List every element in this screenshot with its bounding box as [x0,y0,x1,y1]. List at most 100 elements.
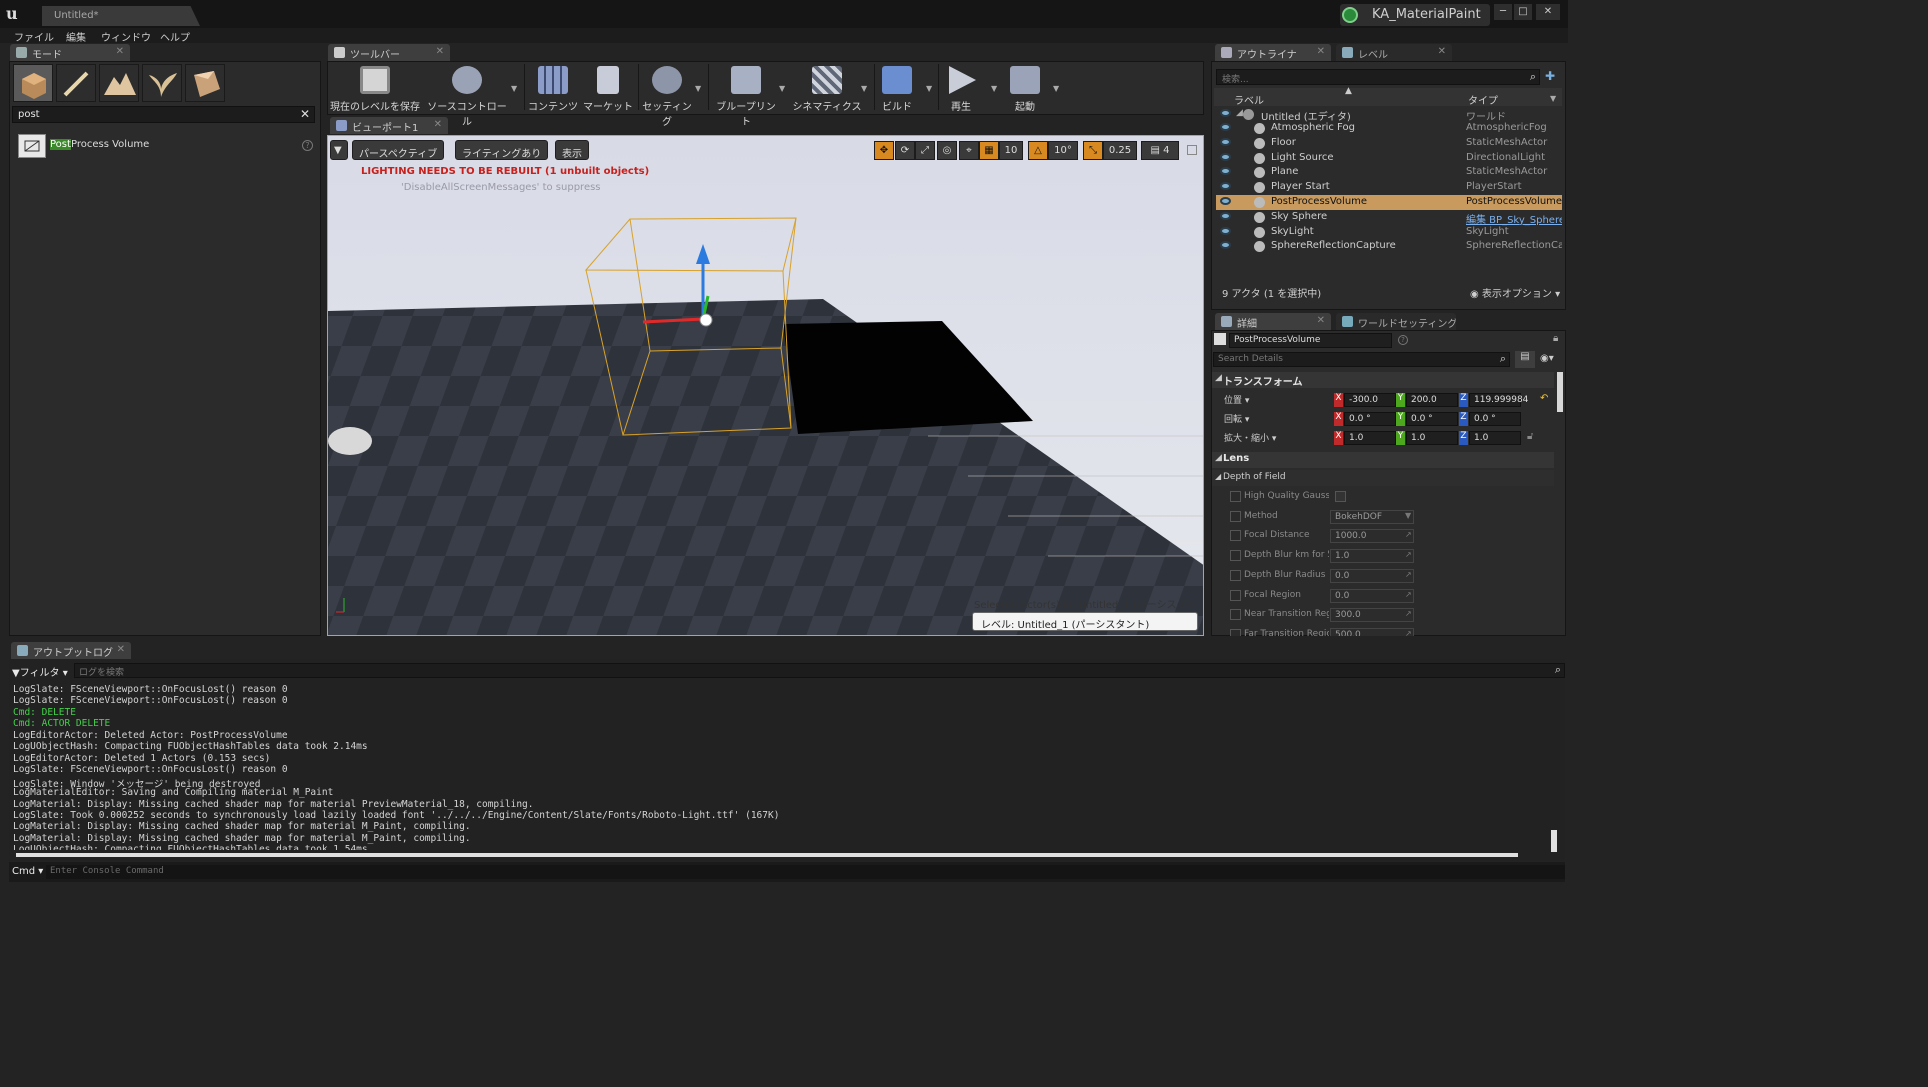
outliner-search-input[interactable]: 検索... [1222,72,1249,85]
translate-mode-icon[interactable]: ✥ [874,141,894,160]
override-checkbox[interactable] [1230,510,1241,522]
drag-handle-icon[interactable]: ↗ [1405,530,1412,539]
visibility-eye-icon[interactable] [1220,152,1231,161]
menu-help[interactable]: ヘルプ [160,29,190,44]
outliner-row[interactable]: Player Start PlayerStart [1216,180,1562,195]
override-checkbox[interactable] [1230,491,1241,502]
column-type-header[interactable]: タイプ [1468,92,1498,107]
build-button[interactable]: ビルド [876,64,918,114]
outliner-row[interactable]: Plane StaticMeshActor [1216,165,1562,180]
view-options-button[interactable]: ◉ 表示オプション ▾ [1470,285,1560,300]
override-checkbox[interactable] [1230,609,1241,621]
log-search-box[interactable]: ログを検索 ⌕ [74,663,1565,678]
drag-handle-icon[interactable]: ↗ [1405,570,1412,579]
visibility-eye-icon[interactable] [1220,137,1231,146]
content-button[interactable]: コンテンツ [528,64,578,114]
scale-label[interactable]: 拡大・縮小 ▾ [1224,431,1276,444]
tab-modes[interactable]: モード ✕ [10,44,130,61]
maximize-viewport-icon[interactable] [1187,145,1197,155]
close-tab-icon[interactable]: ✕ [1438,46,1446,57]
close-tab-icon[interactable]: ✕ [116,46,124,57]
depth-of-field-category[interactable]: ◢ Depth of Field [1212,470,1554,486]
outliner-row[interactable]: Atmospheric Fog AtmosphericFog [1216,121,1562,136]
play-button[interactable]: 再生 [940,64,982,114]
rotation-y-field[interactable]: 0.0 ° [1406,412,1458,426]
rotation-snap-value[interactable]: 10° [1048,141,1078,160]
dropdown-arrow-icon[interactable]: ▼ [991,84,997,93]
dropdown-arrow-icon[interactable]: ▼ [695,84,701,93]
level-viewport[interactable]: LIGHTING NEEDS TO BE REBUILT (1 unbuilt … [327,135,1204,636]
tab-toolbar[interactable]: ツールバー ✕ [328,44,450,61]
clear-search-icon[interactable]: ✕ [300,107,310,121]
outliner-row[interactable]: Sky Sphere 編集 BP_Sky_Sphere [1216,210,1562,226]
drag-handle-icon[interactable]: ↗ [1405,609,1412,618]
location-y-field[interactable]: 200.0 [1406,393,1458,407]
rotation-z-field[interactable]: 0.0 ° [1469,412,1521,426]
location-x-field[interactable]: -300.0 [1344,393,1396,407]
override-checkbox[interactable] [1230,530,1241,542]
rotation-snap-icon[interactable]: △ [1028,141,1048,160]
minimize-button[interactable]: ─ [1494,4,1512,20]
details-search-input[interactable]: Search Details [1218,354,1283,364]
modes-search-input[interactable]: post [18,109,40,120]
scale-x-field[interactable]: 1.0 [1344,431,1396,445]
scale-snap-value[interactable]: 0.25 [1103,141,1137,160]
scale-lock-icon[interactable]: 🔓︎ [1527,431,1533,442]
visibility-eye-icon[interactable] [1220,109,1231,117]
scale-mode-icon[interactable]: ⤢ [915,141,935,160]
rotation-label[interactable]: 回転 ▾ [1224,412,1249,425]
drag-handle-icon[interactable]: ↗ [1405,590,1412,599]
outliner-row[interactable]: SkyLight SkyLight [1216,225,1562,240]
close-tab-icon[interactable]: ✕ [117,644,125,655]
help-icon[interactable]: ? [1398,335,1408,345]
settings-button[interactable]: セッティング [640,64,694,128]
modes-search-box[interactable]: post ✕ [12,106,315,123]
visibility-eye-icon[interactable] [1220,241,1231,250]
override-checkbox[interactable] [1230,589,1241,601]
property-value[interactable]: 1.0 [1330,549,1414,564]
close-tab-icon[interactable]: ✕ [1317,46,1325,57]
filter-button[interactable]: ▼フィルタ ▾ [12,664,68,679]
marketplace-button[interactable]: マーケット [582,64,634,114]
property-value[interactable]: 500.0 [1330,627,1414,636]
place-mode-icon[interactable] [13,64,53,102]
transform-category[interactable]: ◢ トランスフォーム [1212,372,1554,388]
override-checkbox[interactable] [1230,569,1241,581]
property-value[interactable]: 1000.0 [1330,529,1414,544]
save-level-button[interactable]: 現在のレベルを保存 [330,64,420,114]
rotate-mode-icon[interactable]: ⟳ [895,141,915,160]
override-checkbox[interactable] [1230,550,1241,562]
dropdown-arrow-icon[interactable]: ▼ [861,84,867,93]
add-filter-icon[interactable]: ✚ [1545,69,1559,83]
property-value[interactable]: 0.0 [1330,568,1414,583]
tab-details[interactable]: 詳細 ✕ [1215,313,1331,330]
dropdown-arrow-icon[interactable]: ▼ [511,84,517,93]
launch-button[interactable]: 起動 [1004,64,1046,114]
outliner-row[interactable]: PostProcessVolume PostProcessVolume [1216,195,1562,210]
dropdown-arrow-icon[interactable]: ▼ [779,84,785,93]
visibility-eye-icon[interactable] [1220,197,1231,205]
blueprints-button[interactable]: ブループリント [712,64,780,128]
property-matrix-icon[interactable]: ▤ [1515,351,1535,368]
outliner-row[interactable]: Light Source DirectionalLight [1216,151,1562,166]
paint-mode-icon[interactable] [56,64,96,102]
grid-snap-icon[interactable]: ▦ [979,141,999,160]
scale-snap-icon[interactable]: ⤡ [1083,141,1103,160]
rotation-x-field[interactable]: 0.0 ° [1344,412,1396,426]
reset-to-default-icon[interactable]: ↶ [1540,393,1548,404]
menu-edit[interactable]: 編集 [66,29,86,44]
property-value[interactable]: 300.0 [1330,608,1414,623]
viewport-scene[interactable] [328,136,1204,636]
unreal-logo-icon[interactable]: u [6,4,28,24]
lock-icon[interactable]: 🔒︎ [1553,333,1558,344]
close-tab-icon[interactable]: ✕ [436,46,444,57]
property-checkbox[interactable] [1335,491,1346,502]
property-value[interactable]: BokehDOF [1330,509,1414,524]
details-search-box[interactable]: Search Details ⌕ [1213,352,1510,367]
show-button[interactable]: 表示 [555,140,589,160]
menu-file[interactable]: ファイル [14,29,54,44]
tab-levels[interactable]: レベル ✕ [1336,44,1452,61]
scale-y-field[interactable]: 1.0 [1406,431,1458,445]
close-tab-icon[interactable]: ✕ [1317,315,1325,326]
column-label-header[interactable]: ラベル [1234,92,1264,107]
